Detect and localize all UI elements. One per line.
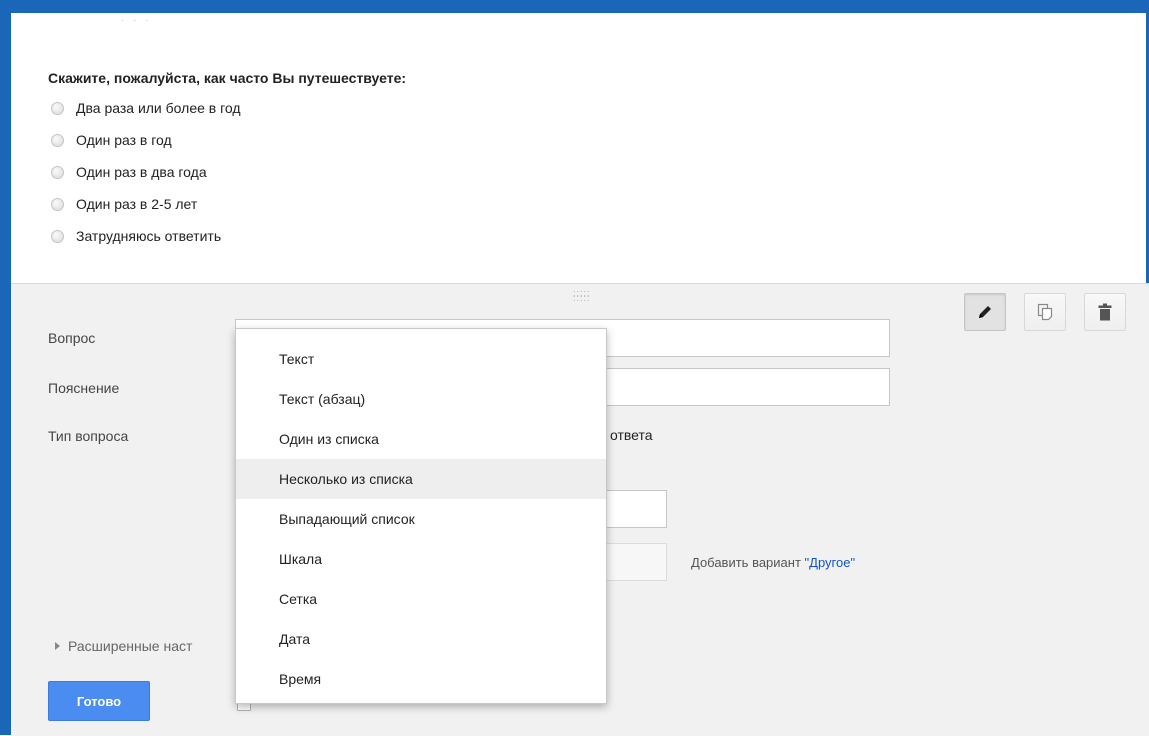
add-other-link[interactable]: "Другое" xyxy=(805,555,856,570)
delete-button[interactable] xyxy=(1084,293,1126,331)
question-type-dropdown: Текст Текст (абзац) Один из списка Неско… xyxy=(235,328,607,704)
edit-button[interactable] xyxy=(964,293,1006,331)
question-label: Вопрос xyxy=(48,330,96,346)
dropdown-item-text[interactable]: Текст xyxy=(236,339,606,379)
hint-label: Пояснение xyxy=(48,380,120,396)
question-preview: · · · Скажите, пожалуйста, как часто Вы … xyxy=(11,13,1146,285)
question-type-select-tail[interactable]: ответа xyxy=(610,427,653,443)
dropdown-item-multiple-choice[interactable]: Несколько из списка xyxy=(236,459,606,499)
selection-border-top xyxy=(0,0,1149,13)
drag-handle[interactable]: :::::::::: xyxy=(573,289,591,303)
selection-border-left xyxy=(0,0,11,735)
radio-button[interactable] xyxy=(51,229,64,243)
preview-question-title: Скажите, пожалуйста, как часто Вы путеше… xyxy=(48,70,407,86)
dropdown-item-paragraph[interactable]: Текст (абзац) xyxy=(236,379,606,419)
advanced-settings-label: Расширенные наст xyxy=(68,638,193,654)
dropdown-item-scale[interactable]: Шкала xyxy=(236,539,606,579)
preview-option-label: Один раз в год xyxy=(76,132,172,148)
preview-option-label: Два раза или более в год xyxy=(76,100,241,116)
radio-button[interactable] xyxy=(51,197,64,211)
preview-option[interactable]: Один раз в два года xyxy=(51,162,207,182)
cut-off-text: · · · xyxy=(121,15,152,26)
radio-button[interactable] xyxy=(51,133,64,147)
add-other-prefix: Добавить вариант xyxy=(691,555,805,570)
preview-option[interactable]: Один раз в год xyxy=(51,130,172,150)
dropdown-item-grid[interactable]: Сетка xyxy=(236,579,606,619)
preview-option[interactable]: Затрудняюсь ответить xyxy=(51,226,221,246)
duplicate-button[interactable] xyxy=(1024,293,1066,331)
done-button[interactable]: Готово xyxy=(48,681,150,721)
copy-icon xyxy=(1037,303,1053,321)
question-type-label: Тип вопроса xyxy=(48,428,129,444)
dropdown-item-time[interactable]: Время xyxy=(236,659,606,699)
preview-option[interactable]: Два раза или более в год xyxy=(51,98,241,118)
dropdown-item-single-choice[interactable]: Один из списка xyxy=(236,419,606,459)
expand-triangle-icon xyxy=(55,642,60,650)
advanced-settings-toggle[interactable]: Расширенные наст xyxy=(55,638,192,654)
pencil-icon xyxy=(979,306,991,318)
radio-button[interactable] xyxy=(51,165,64,179)
add-other-option[interactable]: Добавить вариант "Другое" xyxy=(691,555,855,570)
preview-option-label: Один раз в 2-5 лет xyxy=(76,196,198,212)
dropdown-item-date[interactable]: Дата xyxy=(236,619,606,659)
preview-option-label: Один раз в два года xyxy=(76,164,207,180)
preview-option[interactable]: Один раз в 2-5 лет xyxy=(51,194,197,214)
trash-icon xyxy=(1098,303,1112,321)
dropdown-item-dropdown-list[interactable]: Выпадающий список xyxy=(236,499,606,539)
preview-option-label: Затрудняюсь ответить xyxy=(76,228,222,244)
radio-button[interactable] xyxy=(51,101,64,115)
